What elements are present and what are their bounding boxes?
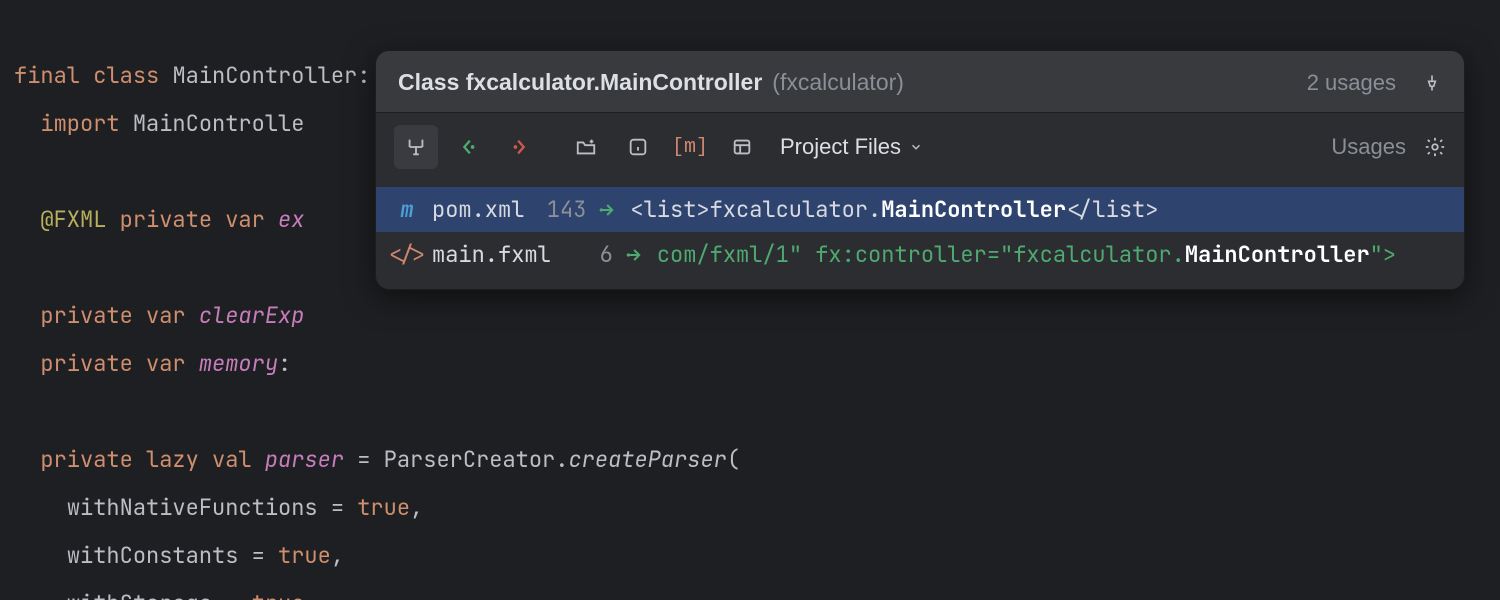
maven-filter-button[interactable]: [m] <box>668 125 712 169</box>
lit-true: true <box>357 493 410 522</box>
eq: = <box>225 589 238 600</box>
popup-title-fqn: fxcalculator.MainController <box>466 69 763 95</box>
kw-final: final <box>14 61 80 90</box>
snippet-pre: <list>fxcalculator. <box>630 195 881 224</box>
colon: : <box>357 61 370 90</box>
popup-usage-count: 2 usages <box>1307 70 1396 96</box>
comma: , <box>331 541 344 570</box>
chevron-down-icon <box>909 140 923 154</box>
usage-row[interactable]: m pom.xml 143 <list>fxcalculator.MainCon… <box>376 187 1464 232</box>
file-name: main.fxml <box>432 240 551 269</box>
dot: . <box>555 445 568 474</box>
eq: = <box>331 493 344 522</box>
field-ex: ex <box>278 205 304 234</box>
code-snippet: com/fxml/1" fx:controller="fxcalculator.… <box>657 240 1396 269</box>
new-folder-button[interactable] <box>564 125 608 169</box>
import-target: MainControlle <box>133 109 305 138</box>
field-clearexp: clearExp <box>199 301 305 330</box>
fxml-file-icon: </> <box>394 240 420 269</box>
jump-arrow-icon <box>598 200 618 220</box>
usage-row[interactable]: </> main.fxml 6 com/fxml/1" fx:controlle… <box>376 232 1464 277</box>
kw-var: var <box>146 301 186 330</box>
open-in-find-window-button[interactable] <box>394 125 438 169</box>
popup-title: Class fxcalculator.MainController <box>398 69 762 96</box>
usages-tab[interactable]: Usages <box>1331 134 1406 160</box>
snippet-pre: com/fxml/1" fx:controller="fxcalculator. <box>657 240 1185 269</box>
kw-var: var <box>146 349 186 378</box>
prev-occurrence-button[interactable] <box>446 125 490 169</box>
line-number: 6 <box>563 240 613 269</box>
popup-header: Class fxcalculator.MainController (fxcal… <box>376 51 1464 112</box>
lit-true: true <box>252 589 305 600</box>
code-snippet: <list>fxcalculator.MainController</list> <box>630 195 1158 224</box>
scope-label-text: Project Files <box>780 134 901 160</box>
arg-name: withStorage <box>67 589 212 600</box>
snippet-highlight: MainController <box>1185 240 1370 269</box>
lit-true: true <box>278 541 331 570</box>
paren-open: ( <box>727 445 740 474</box>
popup-title-prefix: Class <box>398 69 466 95</box>
field-memory: memory <box>199 349 278 378</box>
arg-name: withNativeFunctions <box>67 493 318 522</box>
usages-list: m pom.xml 143 <list>fxcalculator.MainCon… <box>376 181 1464 289</box>
obj-parsercreator: ParserCreator <box>384 445 556 474</box>
jump-arrow-icon <box>625 245 645 265</box>
class-name: MainController <box>172 61 357 90</box>
kw-private: private <box>40 445 132 474</box>
kw-val: val <box>212 445 252 474</box>
eq: = <box>252 541 265 570</box>
colon: : <box>278 349 291 378</box>
val-parser: parser <box>265 445 344 474</box>
popup-subtitle: (fxcalculator) <box>772 69 904 96</box>
line-number: 143 <box>536 195 586 224</box>
snippet-post: </list> <box>1066 195 1158 224</box>
info-button[interactable] <box>616 125 660 169</box>
popup-toolbar: [m] Project Files Usages <box>376 112 1464 181</box>
kw-lazy: lazy <box>146 445 199 474</box>
maven-file-icon: m <box>394 195 420 224</box>
eq: = <box>357 445 370 474</box>
comma: , <box>410 493 423 522</box>
kw-private: private <box>120 205 212 234</box>
kw-import: import <box>40 109 119 138</box>
method-createparser: createParser <box>568 445 726 474</box>
kw-private: private <box>40 349 132 378</box>
next-occurrence-button[interactable] <box>498 125 542 169</box>
file-name: pom.xml <box>432 195 524 224</box>
pin-icon[interactable] <box>1422 73 1442 93</box>
kw-private: private <box>40 301 132 330</box>
gear-icon[interactable] <box>1424 136 1446 158</box>
snippet-post: "> <box>1370 240 1396 269</box>
scope-selector[interactable]: Project Files <box>780 134 923 160</box>
snippet-highlight: MainController <box>881 195 1066 224</box>
arg-name: withConstants <box>67 541 239 570</box>
find-usages-popup: Class fxcalculator.MainController (fxcal… <box>375 50 1465 290</box>
kw-class: class <box>93 61 159 90</box>
preview-button[interactable] <box>720 125 764 169</box>
annotation-fxml: @FXML <box>40 205 106 234</box>
kw-var: var <box>225 205 265 234</box>
